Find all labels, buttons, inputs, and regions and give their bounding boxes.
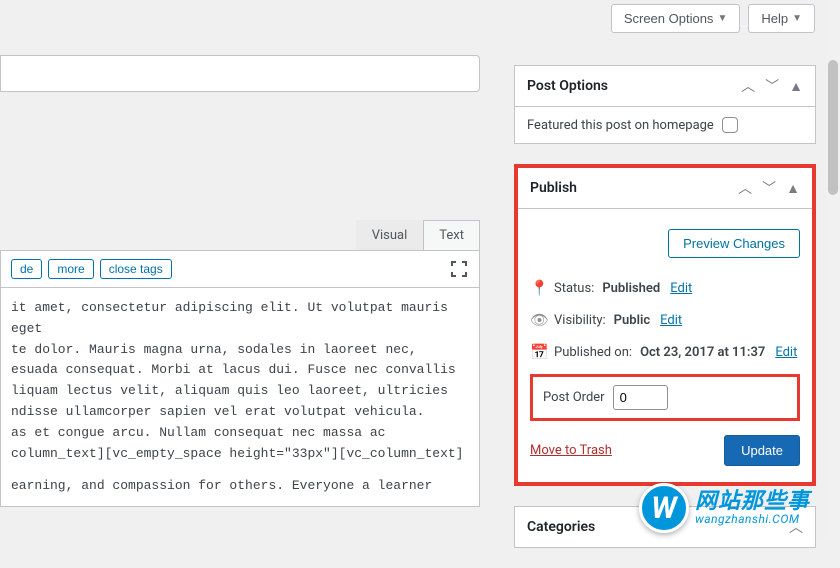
move-down-icon[interactable]: ﹀ [765,76,779,96]
post-order-label: Post Order [543,390,605,405]
editor-toolbar: de more close tags [0,250,480,287]
featured-checkbox[interactable] [722,117,738,133]
editor-textarea[interactable]: it amet, consectetur adipiscing elit. Ut… [0,287,480,507]
metabox-title: Categories [527,519,595,535]
move-up-icon[interactable]: ︿ [741,76,755,96]
collapse-icon[interactable]: ▲ [789,78,803,95]
preview-changes-button[interactable]: Preview Changes [668,229,800,258]
edit-visibility-link[interactable]: Edit [660,313,682,328]
quicktag-button[interactable]: more [48,259,93,279]
collapse-icon[interactable]: ▲ [786,180,800,197]
tab-visual[interactable]: Visual [356,220,424,250]
help-button[interactable]: Help ▼ [748,4,815,33]
edit-date-link[interactable]: Edit [775,345,797,360]
chevron-down-icon: ▼ [792,13,802,24]
metabox-publish: Publish ︿ ﹀ ▲ Preview Changes 📍 Status: … [514,164,816,486]
quicktag-button[interactable]: de [11,259,42,279]
quicktag-button[interactable]: close tags [100,259,172,279]
move-up-icon[interactable]: ︿ [738,178,752,198]
calendar-icon: 📅 [530,343,546,361]
metabox-title: Publish [530,180,577,196]
post-order-row: Post Order [530,374,800,421]
move-down-icon[interactable]: ﹀ [762,178,776,198]
update-button[interactable]: Update [724,435,800,466]
eye-icon: 👁 [530,311,546,329]
screen-options-button[interactable]: Screen Options ▼ [611,4,741,33]
watermark-logo: W 网站那些事 wangzhanshi.COM [639,483,810,533]
screen-options-label: Screen Options [624,11,714,26]
help-label: Help [761,11,788,26]
tab-text[interactable]: Text [423,220,480,250]
post-title-input[interactable] [0,55,480,92]
chevron-down-icon: ▼ [717,13,727,24]
vertical-scrollbar[interactable] [826,0,840,539]
move-to-trash-link[interactable]: Move to Trash [530,443,612,458]
watermark-w-icon: W [639,483,689,533]
post-order-input[interactable] [613,385,668,410]
edit-status-link[interactable]: Edit [670,281,692,296]
metabox-title: Post Options [527,78,608,94]
fullscreen-icon[interactable] [451,261,467,277]
metabox-post-options: Post Options ︿ ﹀ ▲ Featured this post on… [514,65,816,144]
pin-icon: 📍 [530,279,546,297]
scrollbar-thumb[interactable] [828,60,838,195]
featured-label: Featured this post on homepage [527,118,714,133]
